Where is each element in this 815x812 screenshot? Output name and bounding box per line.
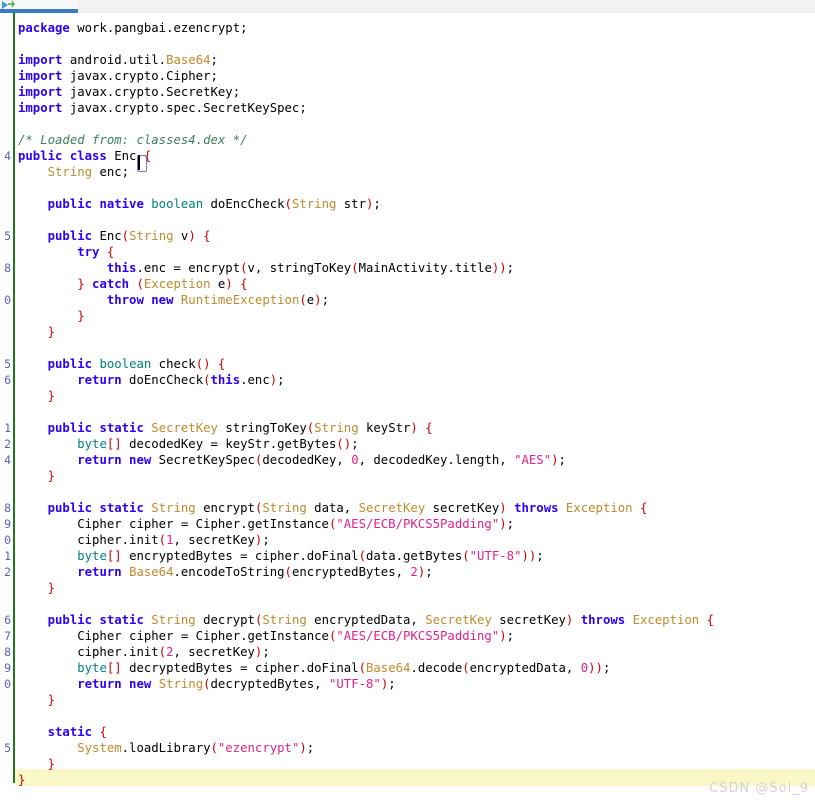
code-line[interactable]: import javax.crypto.Cipher; [18, 68, 218, 84]
code-line[interactable]: return new SecretKeySpec(decodedKey, 0, … [18, 452, 566, 468]
code-line[interactable]: } [18, 308, 85, 324]
code-line[interactable]: public class Enc { [18, 148, 151, 164]
line-number[interactable]: 1 [0, 420, 11, 436]
line-number[interactable]: 5 [0, 740, 11, 756]
gutter-divider [13, 13, 15, 783]
code-line[interactable]: import javax.crypto.spec.SecretKeySpec; [18, 100, 307, 116]
code-line[interactable]: System.loadLibrary("ezencrypt"); [18, 740, 314, 756]
code-line[interactable]: import javax.crypto.SecretKey; [18, 84, 240, 100]
text-caret [138, 155, 140, 170]
code-line[interactable]: package work.pangbai.ezencrypt; [18, 20, 248, 36]
code-line[interactable]: throw new RuntimeException(e); [18, 292, 329, 308]
code-line[interactable]: } catch (Exception e) { [18, 276, 248, 292]
code-line[interactable]: } [18, 468, 55, 484]
line-number[interactable]: 6 [0, 372, 11, 388]
code-line[interactable]: } [18, 772, 25, 788]
line-number[interactable]: 9 [0, 660, 11, 676]
code-line[interactable]: cipher.init(2, secretKey); [18, 644, 270, 660]
code-line[interactable]: static { [18, 724, 107, 740]
code-line[interactable]: public static SecretKey stringToKey(Stri… [18, 420, 433, 436]
watermark: CSDN @Sol_9 [709, 781, 809, 796]
line-number[interactable]: 2 [0, 564, 11, 580]
line-number[interactable]: 9 [0, 516, 11, 532]
editor-tab-strip [0, 0, 815, 14]
line-number[interactable]: 5 [0, 356, 11, 372]
code-editor[interactable]: 45805612489012678905 package work.pangba… [0, 13, 815, 812]
line-number[interactable]: 6 [0, 612, 11, 628]
code-line[interactable]: Cipher cipher = Cipher.getInstance("AES/… [18, 516, 514, 532]
code-line[interactable]: this.enc = encrypt(v, stringToKey(MainAc… [18, 260, 514, 276]
code-line[interactable]: } [18, 324, 55, 340]
code-line[interactable]: /* Loaded from: classes4.dex */ [18, 132, 248, 148]
line-number[interactable]: 8 [0, 260, 11, 276]
code-line[interactable]: Cipher cipher = Cipher.getInstance("AES/… [18, 628, 514, 644]
line-number[interactable]: 5 [0, 228, 11, 244]
code-line[interactable]: cipher.init(1, secretKey); [18, 532, 270, 548]
line-number[interactable]: 7 [0, 628, 11, 644]
code-line[interactable]: public static String encrypt(String data… [18, 500, 647, 516]
code-line[interactable]: } [18, 692, 55, 708]
line-number[interactable]: 0 [0, 292, 11, 308]
code-line[interactable]: public static String decrypt(String encr… [18, 612, 714, 628]
code-line[interactable]: byte[] decryptedBytes = cipher.doFinal(B… [18, 660, 610, 676]
code-line[interactable]: return new String(decryptedBytes, "UTF-8… [18, 676, 396, 692]
line-number[interactable]: 0 [0, 532, 11, 548]
code-line[interactable]: import android.util.Base64; [18, 52, 218, 68]
line-number-gutter[interactable]: 45805612489012678905 [0, 13, 13, 812]
code-line[interactable]: } [18, 388, 55, 404]
code-line[interactable]: } [18, 580, 55, 596]
code-line[interactable]: String enc; [18, 164, 129, 180]
line-number[interactable]: 4 [0, 148, 11, 164]
code-line[interactable]: } [18, 756, 55, 772]
code-line[interactable]: try { [18, 244, 114, 260]
caret-line-highlight [15, 769, 815, 786]
code-line[interactable]: return Base64.encodeToString(encryptedBy… [18, 564, 433, 580]
code-line[interactable]: byte[] decodedKey = keyStr.getBytes(); [18, 436, 359, 452]
code-line[interactable]: public boolean check() { [18, 356, 225, 372]
code-line[interactable]: return doEncCheck(this.enc); [18, 372, 285, 388]
code-line[interactable]: byte[] encryptedBytes = cipher.doFinal(d… [18, 548, 544, 564]
line-number[interactable]: 1 [0, 548, 11, 564]
code-line[interactable]: public Enc(String v) { [18, 228, 211, 244]
code-line[interactable]: public native boolean doEncCheck(String … [18, 196, 381, 212]
android-studio-file-icon [2, 0, 16, 9]
line-number[interactable]: 0 [0, 676, 11, 692]
line-number[interactable]: 8 [0, 500, 11, 516]
line-number[interactable]: 8 [0, 644, 11, 660]
line-number[interactable]: 4 [0, 452, 11, 468]
editor-tab-active[interactable] [0, 0, 78, 13]
line-number[interactable]: 2 [0, 436, 11, 452]
